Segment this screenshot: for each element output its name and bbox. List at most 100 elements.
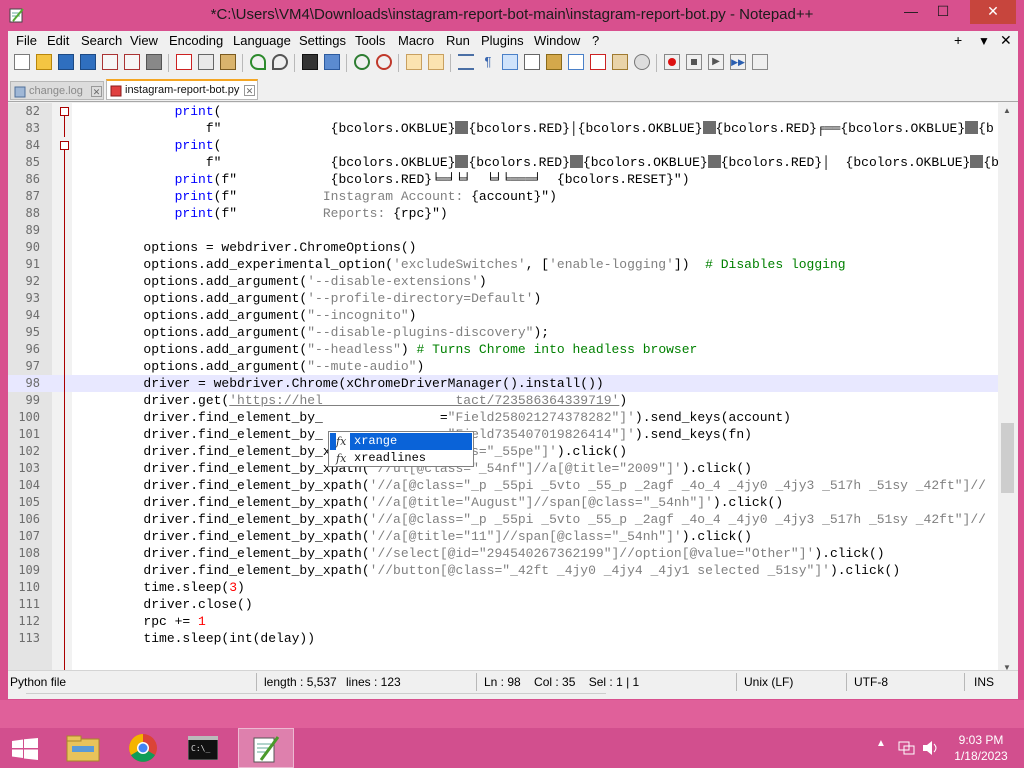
- maximize-button[interactable]: ☐: [928, 0, 958, 24]
- code-line[interactable]: 98 driver = webdriver.Chrome(xChromeDriv…: [8, 375, 998, 392]
- close-file-icon[interactable]: [102, 54, 118, 70]
- code-line[interactable]: 103 driver.find_element_by_xpath('//ul[@…: [8, 460, 998, 477]
- code-text[interactable]: driver.find_element_by_xpath('//select[@…: [81, 545, 884, 562]
- menu-file[interactable]: File: [16, 33, 37, 48]
- code-text[interactable]: print(f" Instagram Account: {account}"): [81, 188, 557, 205]
- print-icon[interactable]: [146, 54, 162, 70]
- code-line[interactable]: 93 options.add_argument('--profile-direc…: [8, 290, 998, 307]
- menu-view[interactable]: View: [130, 33, 158, 48]
- menu-plugins[interactable]: Plugins: [481, 33, 524, 48]
- open-file-icon[interactable]: [36, 54, 52, 70]
- code-text[interactable]: f" {bcolors.OKBLUE} {bcolors.RED} {bcolors…: [81, 154, 999, 171]
- vertical-scrollbar[interactable]: ▲ ▼: [998, 103, 1018, 681]
- menu-encoding[interactable]: Encoding: [169, 33, 223, 48]
- taskbar-file-explorer[interactable]: [56, 728, 112, 768]
- code-text[interactable]: driver.close(): [81, 596, 252, 613]
- word-wrap-icon[interactable]: [458, 54, 474, 70]
- fold-toggle-icon[interactable]: [60, 107, 69, 116]
- code-text[interactable]: time.sleep(int(delay)): [81, 630, 315, 647]
- code-line[interactable]: 92 options.add_argument('--disable-exten…: [8, 273, 998, 290]
- code-text[interactable]: f" {bcolors.OKBLUE} {bcolors.RED}│{bcolor…: [81, 120, 994, 137]
- code-line[interactable]: 91 options.add_experimental_option('excl…: [8, 256, 998, 273]
- sync-vertical-icon[interactable]: [406, 54, 422, 70]
- autocomplete-item-xrange[interactable]: fx xrange: [330, 433, 472, 450]
- indent-guide-icon[interactable]: [502, 54, 518, 70]
- tab-close-icon[interactable]: ✕: [244, 85, 255, 96]
- code-line[interactable]: 101 driver.find_element_by_ ="Field73540…: [8, 426, 998, 443]
- code-text[interactable]: options.add_argument("--disable-plugins-…: [81, 324, 549, 341]
- play-macro-icon[interactable]: ▶: [708, 54, 724, 70]
- tab-change-log[interactable]: change.log ✕: [10, 81, 104, 100]
- save-icon[interactable]: [58, 54, 74, 70]
- find-icon[interactable]: [302, 54, 318, 70]
- code-line[interactable]: 100 driver.find_element_by_ ="Field25802…: [8, 409, 998, 426]
- code-line[interactable]: 109 driver.find_element_by_xpath('//butt…: [8, 562, 998, 579]
- code-line[interactable]: 83 f" {bcolors.OKBLUE} {bcolors.RED}│{bco…: [8, 120, 998, 137]
- fold-toggle-icon[interactable]: [60, 141, 69, 150]
- code-line[interactable]: 89: [8, 222, 998, 239]
- minimize-button[interactable]: —: [896, 0, 926, 24]
- code-line[interactable]: 95 options.add_argument("--disable-plugi…: [8, 324, 998, 341]
- show-all-characters-icon[interactable]: ¶: [480, 54, 496, 70]
- code-text[interactable]: time.sleep(3): [81, 579, 244, 596]
- code-line[interactable]: 105 driver.find_element_by_xpath('//a[@t…: [8, 494, 998, 511]
- tab-instagram-report-bot[interactable]: instagram-report-bot.py ✕: [106, 79, 258, 100]
- code-text[interactable]: driver.find_element_by_xpath('//a[@title…: [81, 528, 752, 545]
- taskbar-chrome[interactable]: [116, 728, 172, 768]
- function-list-icon[interactable]: [590, 54, 606, 70]
- code-line[interactable]: 106 driver.find_element_by_xpath('//a[@c…: [8, 511, 998, 528]
- code-text[interactable]: rpc += 1: [81, 613, 205, 630]
- new-file-icon[interactable]: [14, 54, 30, 70]
- menu-settings[interactable]: Settings: [299, 33, 346, 48]
- code-line[interactable]: 84 print(: [8, 137, 998, 154]
- code-line[interactable]: 86 print(f" {bcolors.RED}╘═╛╘╛ ╘╛╘═══╛ {…: [8, 171, 998, 188]
- menu-search[interactable]: Search: [81, 33, 122, 48]
- code-line[interactable]: 96 options.add_argument("--headless") # …: [8, 341, 998, 358]
- replace-icon[interactable]: [324, 54, 340, 70]
- code-text[interactable]: driver.get('https://hel tact/72358636433…: [81, 392, 627, 409]
- menu-tools[interactable]: Tools: [355, 33, 385, 48]
- code-editor[interactable]: 82 print(83 f" {bcolors.OKBLUE} {bcolors.…: [8, 103, 1018, 681]
- code-text[interactable]: print(f" {bcolors.RED}╘═╛╘╛ ╘╛╘═══╛ {bco…: [81, 171, 690, 188]
- code-text[interactable]: print(f" Reports: {rpc}"): [81, 205, 448, 222]
- close-button[interactable]: ✕: [970, 0, 1016, 24]
- new-tab-plus-icon[interactable]: +: [954, 32, 962, 48]
- menu-run[interactable]: Run: [446, 33, 470, 48]
- vertical-scroll-thumb[interactable]: [1001, 423, 1014, 493]
- menu-help[interactable]: ?: [592, 33, 599, 48]
- code-text[interactable]: options.add_argument('--disable-extensio…: [81, 273, 486, 290]
- code-text[interactable]: driver.find_element_by_xpath('//button[@…: [81, 562, 900, 579]
- scroll-up-icon[interactable]: ▲: [1003, 106, 1011, 115]
- system-clock[interactable]: 9:03 PM 1/18/2023: [946, 732, 1016, 764]
- code-line[interactable]: 88 print(f" Reports: {rpc}"): [8, 205, 998, 222]
- save-macro-icon[interactable]: [752, 54, 768, 70]
- code-line[interactable]: 85 f" {bcolors.OKBLUE} {bcolors.RED} {bcol…: [8, 154, 999, 171]
- document-map-icon[interactable]: [546, 54, 562, 70]
- code-line[interactable]: 110 time.sleep(3): [8, 579, 998, 596]
- menu-language[interactable]: Language: [233, 33, 291, 48]
- code-line[interactable]: 111 driver.close(): [8, 596, 998, 613]
- code-line[interactable]: 113 time.sleep(int(delay)): [8, 630, 998, 647]
- code-text[interactable]: options.add_argument("--incognito"): [81, 307, 416, 324]
- code-line[interactable]: 108 driver.find_element_by_xpath('//sele…: [8, 545, 998, 562]
- code-text[interactable]: driver = webdriver.Chrome(xChromeDriverM…: [81, 375, 603, 392]
- folder-as-workspace-icon[interactable]: [612, 54, 628, 70]
- code-text[interactable]: driver.find_element_by_xpath('//a[@class…: [81, 477, 986, 494]
- cut-icon[interactable]: [176, 54, 192, 70]
- zoom-in-icon[interactable]: [354, 54, 370, 70]
- code-text[interactable]: print(: [81, 137, 222, 154]
- redo-icon[interactable]: [272, 54, 288, 70]
- taskbar-command-prompt[interactable]: C:\_: [176, 728, 232, 768]
- copy-icon[interactable]: [198, 54, 214, 70]
- zoom-out-icon[interactable]: [376, 54, 392, 70]
- menu-macro[interactable]: Macro: [398, 33, 434, 48]
- run-macro-multiple-icon[interactable]: ▶▶: [730, 54, 746, 70]
- code-line[interactable]: 94 options.add_argument("--incognito"): [8, 307, 998, 324]
- code-text[interactable]: driver.find_element_by_xpath('//a[@class…: [81, 511, 986, 528]
- code-text[interactable]: print(: [81, 103, 222, 120]
- network-icon[interactable]: [898, 740, 916, 756]
- autocomplete-item-xreadlines[interactable]: fx xreadlines: [330, 450, 472, 467]
- code-line[interactable]: 102 driver.find_element_by_xpath('//span…: [8, 443, 998, 460]
- code-line[interactable]: 104 driver.find_element_by_xpath('//a[@c…: [8, 477, 998, 494]
- monitoring-icon[interactable]: [634, 54, 650, 70]
